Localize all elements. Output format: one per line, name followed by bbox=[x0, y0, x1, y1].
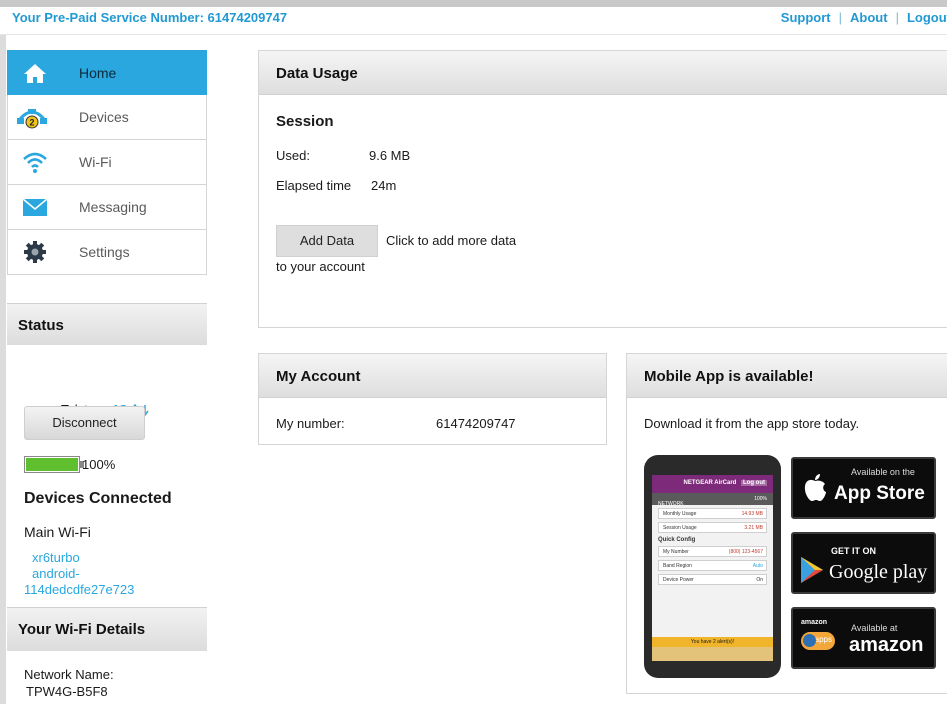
phone-row-value: 3.21 MB bbox=[744, 525, 763, 531]
sidebar-nav: Home 2 Devices Wi-Fi Messaging Settings bbox=[7, 50, 207, 275]
sidebar-item-settings[interactable]: Settings bbox=[7, 230, 207, 275]
phone-row-value: (800) 123-4567 bbox=[728, 549, 763, 555]
phone-row: Band Region Auto bbox=[658, 560, 767, 571]
phone-row-label: Device Power bbox=[663, 577, 694, 583]
phone-brand: NETGEAR AirCard bbox=[683, 480, 737, 486]
network-name-label: Network Name: bbox=[24, 667, 114, 682]
envelope-icon bbox=[22, 198, 48, 216]
my-account-panel: My Account My number: 61474209747 bbox=[258, 353, 607, 445]
sidebar-item-label: Home bbox=[79, 65, 117, 81]
wifi-icon bbox=[23, 152, 47, 173]
phone-row-value: On bbox=[756, 577, 763, 583]
sidebar-item-home[interactable]: Home bbox=[7, 50, 207, 95]
amazon-icon-text: amazon bbox=[801, 619, 828, 626]
phone-row-label: My Number bbox=[663, 549, 689, 555]
service-number: Your Pre-Paid Service Number: 6147420974… bbox=[12, 10, 288, 25]
devices-badge: 2 bbox=[29, 118, 34, 128]
phone-illustration: NETGEAR AirCard Log out NETWORK 100% Mon… bbox=[644, 455, 781, 678]
app-store-badge[interactable]: Available on the App Store bbox=[791, 457, 936, 519]
divider: | bbox=[838, 10, 843, 25]
phone-logout: Log out bbox=[741, 480, 767, 486]
amazon-small: Available at bbox=[851, 623, 898, 633]
sidebar-item-label: Settings bbox=[79, 244, 130, 260]
add-data-text: Click to add more data bbox=[386, 233, 517, 248]
app-store-small: Available on the bbox=[851, 467, 915, 477]
elapsed-label: Elapsed time bbox=[276, 178, 352, 193]
used-label: Used: bbox=[276, 148, 310, 163]
phone-tabs bbox=[652, 647, 773, 661]
mobile-app-panel: Mobile App is available! Download it fro… bbox=[626, 353, 947, 694]
phone-row-value: 14.93 MB bbox=[741, 511, 763, 517]
device-link-android-id[interactable]: 114dedcdfe27e723 bbox=[24, 582, 134, 598]
my-account-title: My Account bbox=[259, 354, 606, 398]
device-link-android[interactable]: android- bbox=[32, 566, 80, 582]
top-links: Support | About | Logout bbox=[781, 10, 947, 25]
phone-battery: 100% bbox=[754, 496, 767, 502]
my-number-label: My number: bbox=[276, 416, 345, 431]
phone-network: NETWORK bbox=[658, 501, 684, 507]
battery-percent: 100% bbox=[82, 457, 116, 472]
phone-row: Session Usage 3.21 MB bbox=[658, 522, 767, 533]
google-play-small: GET IT ON bbox=[831, 546, 876, 556]
phone-row-label: Band Region bbox=[663, 563, 692, 569]
network-name-value: TPW4G-B5F8 bbox=[26, 684, 108, 699]
data-usage-panel: Data Usage Session Used: 9.6 MB Elapsed … bbox=[258, 50, 947, 328]
google-play-badge[interactable]: GET IT ON Google play bbox=[791, 532, 936, 594]
disconnect-button[interactable]: Disconnect bbox=[24, 406, 145, 440]
used-value: 9.6 MB bbox=[369, 148, 411, 163]
phone-row: Monthly Usage 14.93 MB bbox=[658, 508, 767, 519]
add-data-button[interactable]: Add Data bbox=[276, 225, 378, 257]
amazon-apps-dot bbox=[803, 634, 816, 647]
add-data-text-2: to your account bbox=[276, 259, 365, 274]
phone-row-value: Auto bbox=[752, 563, 763, 569]
app-store-label: App Store bbox=[834, 483, 925, 504]
google-play-label: Google play bbox=[829, 561, 928, 583]
mobile-app-text: Download it from the app store today. bbox=[644, 416, 860, 431]
apple-icon bbox=[804, 474, 826, 501]
gear-icon bbox=[24, 241, 46, 263]
elapsed-value: 24m bbox=[371, 178, 397, 193]
status-header: Status bbox=[7, 303, 207, 345]
wifi-details-header: Your Wi-Fi Details bbox=[7, 607, 207, 651]
about-link[interactable]: About bbox=[850, 10, 888, 25]
battery-indicator bbox=[24, 456, 84, 473]
phone-row-label: Monthly Usage bbox=[663, 511, 697, 517]
phone-alert: You have 2 alert(s)! bbox=[652, 637, 773, 647]
devices-icon: 2 bbox=[17, 109, 47, 129]
my-number-value: 61474209747 bbox=[436, 416, 516, 431]
device-link-xr6turbo[interactable]: xr6turbo bbox=[32, 550, 80, 566]
sidebar-item-messaging[interactable]: Messaging bbox=[7, 185, 207, 230]
devices-connected-title: Devices Connected bbox=[24, 490, 172, 507]
divider: | bbox=[895, 10, 899, 25]
sidebar-item-label: Messaging bbox=[79, 199, 147, 215]
phone-row: Device Power On bbox=[658, 574, 767, 585]
data-usage-title: Data Usage bbox=[259, 51, 947, 95]
left-edge bbox=[0, 35, 6, 704]
play-icon bbox=[801, 557, 823, 583]
main-wifi-label: Main Wi-Fi bbox=[24, 524, 91, 540]
home-icon bbox=[24, 64, 46, 83]
phone-brand-bar: NETGEAR AirCard Log out bbox=[652, 475, 773, 493]
mobile-app-title: Mobile App is available! bbox=[627, 354, 947, 398]
support-link[interactable]: Support bbox=[781, 10, 831, 25]
battery-fill bbox=[26, 458, 78, 471]
phone-row-label: Session Usage bbox=[663, 525, 697, 531]
phone-section-title: Quick Config bbox=[658, 537, 696, 543]
session-title: Session bbox=[276, 113, 334, 130]
phone-screen: NETGEAR AirCard Log out NETWORK 100% Mon… bbox=[652, 475, 773, 661]
sidebar-item-label: Devices bbox=[79, 109, 129, 125]
top-bar: Your Pre-Paid Service Number: 6147420974… bbox=[0, 0, 947, 35]
amazon-label: amazon bbox=[849, 634, 924, 656]
amazon-apps-icon: amazon apps bbox=[801, 619, 835, 659]
sidebar-item-wifi[interactable]: Wi-Fi bbox=[7, 140, 207, 185]
sidebar-item-devices[interactable]: 2 Devices bbox=[7, 95, 207, 140]
logout-link[interactable]: Logout bbox=[907, 10, 947, 25]
amazon-badge[interactable]: amazon apps Available at amazon bbox=[791, 607, 936, 669]
sidebar-item-label: Wi-Fi bbox=[79, 154, 112, 170]
phone-status-bar: NETWORK 100% bbox=[652, 493, 773, 507]
phone-row: My Number (800) 123-4567 bbox=[658, 546, 767, 557]
